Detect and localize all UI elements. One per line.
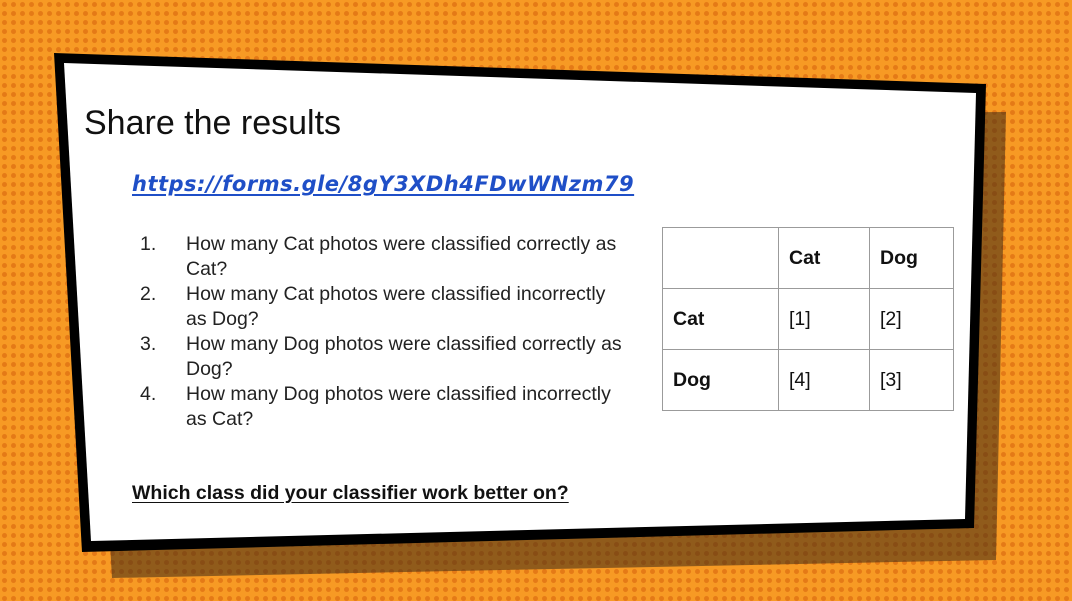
list-item-number: 4. [140, 383, 157, 405]
list-item: 2. How many Cat photos were classified i… [140, 282, 640, 332]
confusion-matrix-table: Cat Dog Cat [1] [2] Dog [4] [3] [662, 227, 954, 411]
slide: Share the results https://forms.gle/8gY3… [0, 0, 1072, 601]
list-item: 1. How many Cat photos were classified c… [140, 232, 640, 282]
list-item-number: 2. [140, 283, 157, 305]
list-item: 3. How many Dog photos were classified c… [140, 332, 640, 382]
table-row-label: Cat [662, 288, 779, 350]
table-header-cell: Cat [778, 227, 870, 289]
table-cell: [1] [778, 288, 870, 350]
table-header-row: Cat Dog [662, 227, 954, 289]
table-cell: [4] [778, 349, 870, 411]
list-item-text: How many Cat photos were classified inco… [186, 283, 606, 330]
list-item-text: How many Dog photos were classified inco… [186, 383, 611, 430]
list-item: 4. How many Dog photos were classified i… [140, 382, 640, 432]
table-cell: [2] [869, 288, 954, 350]
slide-title: Share the results [84, 104, 342, 142]
list-item-text: How many Dog photos were classified corr… [186, 333, 622, 380]
closing-question: Which class did your classifier work bet… [132, 482, 569, 504]
list-item-text: How many Cat photos were classified corr… [186, 233, 617, 280]
question-list: 1. How many Cat photos were classified c… [140, 232, 640, 432]
table-corner-cell [662, 227, 779, 289]
table-cell: [3] [869, 349, 954, 411]
table-row: Cat [1] [2] [662, 288, 954, 350]
form-link[interactable]: https://forms.gle/8gY3XDh4FDwWNzm79 [132, 172, 634, 196]
list-item-number: 1. [140, 233, 157, 255]
table-row-label: Dog [662, 349, 779, 411]
list-item-number: 3. [140, 333, 157, 355]
table-header-cell: Dog [869, 227, 954, 289]
table-row: Dog [4] [3] [662, 349, 954, 411]
